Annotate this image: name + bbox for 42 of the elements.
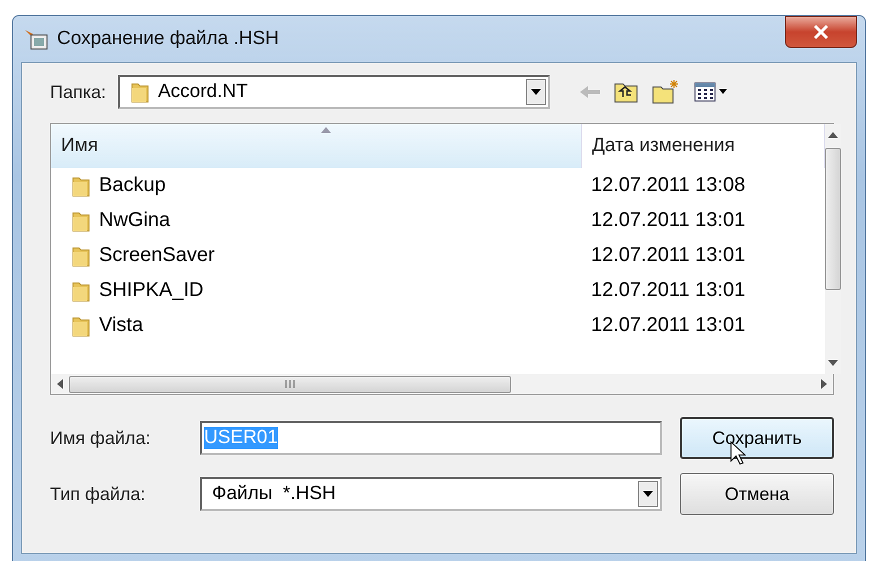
date-cell-text: 12.07.2011 13:01	[590, 279, 746, 302]
grip-icon	[285, 380, 295, 388]
view-menu-icon[interactable]	[694, 81, 728, 103]
date-cell-text: 12.07.2011 13:08	[590, 174, 746, 197]
caret-icon	[530, 89, 541, 95]
file-name[interactable]: NwGina	[99, 209, 170, 232]
horizontal-scrollbar[interactable]	[51, 374, 833, 394]
window-title: Сохранение файла .HSH	[57, 28, 280, 50]
date-cell-text: 12.07.2011 13:01	[590, 209, 746, 232]
date-cell-text: 12.07.2011 13:01	[590, 244, 746, 267]
folder-icon	[71, 174, 91, 196]
folder-dropdown[interactable]: Accord.NT	[118, 75, 550, 109]
file-name[interactable]: Backup	[99, 174, 166, 197]
folder-up-icon[interactable]	[614, 81, 638, 103]
caret-icon	[643, 491, 653, 497]
file-name-label: Имя файла:	[50, 428, 152, 448]
folder-icon	[71, 244, 91, 266]
new-folder-icon[interactable]	[652, 80, 680, 104]
scroll-left-icon[interactable]	[57, 379, 63, 389]
dropdown-button[interactable]	[638, 481, 658, 507]
dropdown-button[interactable]	[526, 79, 546, 105]
close-button[interactable]	[785, 16, 857, 48]
scroll-down-icon[interactable]	[828, 360, 838, 366]
scroll-right-icon[interactable]	[821, 379, 827, 389]
folder-label: Папка:	[50, 82, 106, 102]
file-name[interactable]: ScreenSaver	[99, 244, 215, 267]
date-cell-text: 12.07.2011 13:01	[590, 314, 746, 337]
folder-icon	[71, 314, 91, 336]
folder-icon	[71, 210, 91, 232]
file-type-label: Тип файла:	[50, 484, 146, 504]
folder-icon	[71, 280, 91, 302]
vertical-scrollbar[interactable]	[825, 124, 841, 374]
cancel-button[interactable]: Отмена	[680, 473, 834, 515]
app-icon	[25, 28, 49, 50]
file-name[interactable]: Vista	[99, 314, 144, 337]
sort-arrow-icon	[321, 127, 331, 133]
close-icon	[813, 25, 829, 39]
file-name[interactable]: SHIPKA_ID	[99, 279, 204, 302]
folder-icon	[130, 81, 150, 103]
column-header[interactable]: Имя	[51, 124, 582, 168]
file-type-dropdown[interactable]: Файлы *.HSH	[200, 477, 662, 511]
scroll-up-icon[interactable]	[828, 132, 838, 138]
